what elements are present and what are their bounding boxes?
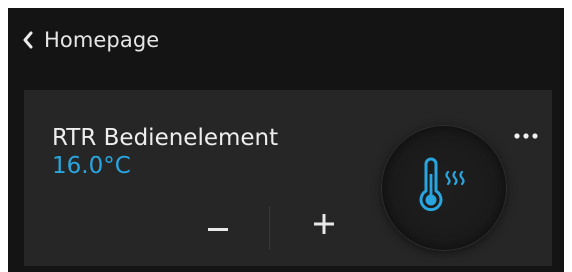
increase-button[interactable] (302, 200, 346, 252)
temperature-value: 16.0°C (52, 153, 131, 179)
temperature-controls (184, 200, 356, 252)
back-button[interactable]: Homepage (22, 20, 159, 60)
thermometer-heat-icon (412, 156, 476, 220)
plus-icon (314, 214, 334, 238)
more-options-button[interactable] (512, 124, 540, 144)
thermostat-dial-button[interactable] (382, 126, 506, 250)
decrease-button[interactable] (196, 200, 240, 252)
minus-icon (208, 217, 228, 236)
card-title: RTR Bedienelement (52, 125, 279, 151)
more-horizontal-icon (513, 125, 539, 144)
header: Homepage (8, 8, 564, 72)
rtr-card: RTR Bedienelement 16.0°C (24, 90, 552, 266)
controls-divider (269, 206, 270, 250)
app-screen: Homepage RTR Bedienelement 16.0°C (8, 8, 564, 272)
chevron-left-icon (22, 31, 34, 49)
back-label: Homepage (44, 28, 160, 52)
